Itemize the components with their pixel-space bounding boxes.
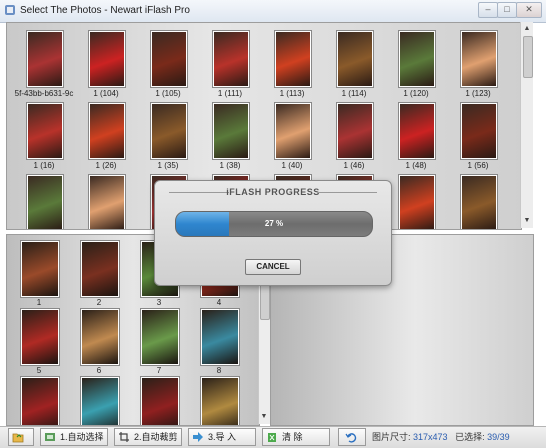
selected-photo-thumbnail[interactable] bbox=[21, 241, 59, 297]
selected-photo-label: 8 bbox=[216, 366, 222, 375]
photo-label: 1 (35) bbox=[157, 161, 179, 170]
auto-select-button[interactable]: 1.自动选择 bbox=[40, 428, 108, 446]
photo-thumbnail[interactable] bbox=[89, 175, 125, 229]
photo-thumbnail[interactable] bbox=[89, 103, 125, 159]
photo-thumbnail[interactable] bbox=[151, 31, 187, 87]
progress-text: 27 % bbox=[264, 219, 284, 228]
selected-photo-label: 1 bbox=[36, 298, 42, 307]
photo-thumbnail[interactable] bbox=[399, 175, 435, 229]
photo-label: 1 (48) bbox=[405, 161, 427, 170]
selected-photo-thumbnail[interactable] bbox=[21, 309, 59, 365]
undo-button[interactable] bbox=[338, 428, 366, 446]
photo-label: 1 (114) bbox=[341, 89, 367, 98]
scroll-thumb[interactable] bbox=[523, 36, 533, 78]
image-size-label: 图片尺寸: bbox=[372, 432, 411, 442]
divider bbox=[317, 192, 377, 193]
import-button[interactable]: 3.导 入 bbox=[188, 428, 256, 446]
photo-label: 1 (16) bbox=[33, 161, 55, 170]
photo-thumbnail[interactable] bbox=[399, 31, 435, 87]
clear-button[interactable]: 清 除 bbox=[262, 428, 330, 446]
auto-select-label: 1.自动选择 bbox=[60, 432, 104, 442]
photo-thumbnail[interactable] bbox=[275, 31, 311, 87]
selected-photo-label: 7 bbox=[156, 366, 162, 375]
selected-photo-thumbnail[interactable] bbox=[141, 377, 179, 425]
photo-thumbnail[interactable] bbox=[27, 103, 63, 159]
photo-label: 1 (113) bbox=[279, 89, 305, 98]
photo-label: 1 (111) bbox=[217, 89, 243, 98]
scroll-down-icon[interactable]: ▼ bbox=[259, 412, 269, 422]
clear-icon bbox=[266, 431, 278, 443]
selected-photo-label: 4 bbox=[216, 298, 222, 307]
import-label: 3.导 入 bbox=[208, 432, 237, 442]
auto-select-icon bbox=[44, 431, 56, 443]
selected-label: 已选择: bbox=[455, 432, 485, 442]
photo-label: 5f-43bb-b631-9c bbox=[14, 89, 74, 98]
progress-dialog: iFLASH PROGRESS 27 % CANCEL bbox=[154, 180, 392, 286]
selected-photo-thumbnail[interactable] bbox=[201, 377, 239, 425]
photo-label: 1 (26) bbox=[95, 161, 117, 170]
crop-icon bbox=[118, 431, 130, 443]
photo-thumbnail[interactable] bbox=[27, 31, 63, 87]
folder-open-icon bbox=[12, 431, 24, 443]
import-arrow-icon bbox=[192, 431, 204, 443]
photo-thumbnail[interactable] bbox=[461, 175, 497, 229]
scroll-up-icon[interactable]: ▲ bbox=[522, 24, 532, 34]
photo-label: 1 (105) bbox=[155, 89, 181, 98]
photo-thumbnail[interactable] bbox=[337, 103, 373, 159]
selected-photo-thumbnail[interactable] bbox=[21, 377, 59, 425]
open-folder-button[interactable] bbox=[8, 428, 34, 446]
status-area: 图片尺寸: 317x473 已选择: 39/39 bbox=[372, 430, 510, 443]
selected-photo-label: 6 bbox=[96, 366, 102, 375]
app-icon bbox=[4, 4, 16, 16]
selected-count: 39/39 bbox=[487, 432, 510, 442]
clear-label: 清 除 bbox=[282, 432, 303, 442]
photo-label: 1 (46) bbox=[343, 161, 365, 170]
photo-thumbnail[interactable] bbox=[213, 103, 249, 159]
title-bar: Select The Photos - Newart iFlash Pro – … bbox=[0, 0, 546, 23]
minimize-button[interactable]: – bbox=[478, 2, 498, 18]
selected-photo-thumbnail[interactable] bbox=[81, 241, 119, 297]
photo-label: 1 (123) bbox=[465, 89, 491, 98]
photo-label: 1 (38) bbox=[219, 161, 241, 170]
window-title: Select The Photos - Newart iFlash Pro bbox=[20, 5, 190, 16]
photo-thumbnail[interactable] bbox=[89, 31, 125, 87]
selected-photo-label: 5 bbox=[36, 366, 42, 375]
close-button[interactable]: ✕ bbox=[516, 2, 542, 18]
cancel-button[interactable]: CANCEL bbox=[245, 259, 301, 275]
selected-photo-thumbnail[interactable] bbox=[201, 309, 239, 365]
photo-thumbnail[interactable] bbox=[461, 103, 497, 159]
selected-photo-thumbnail[interactable] bbox=[141, 309, 179, 365]
auto-crop-label: 2.自动裁剪 bbox=[134, 432, 178, 442]
selected-photo-thumbnail[interactable] bbox=[81, 309, 119, 365]
progress-bar: 27 % bbox=[175, 211, 373, 237]
photo-label: 1 (56) bbox=[467, 161, 489, 170]
photo-thumbnail[interactable] bbox=[275, 103, 311, 159]
photo-thumbnail[interactable] bbox=[151, 103, 187, 159]
photo-label: 1 (104) bbox=[93, 89, 119, 98]
image-size-value: 317x473 bbox=[413, 432, 448, 442]
photo-thumbnail[interactable] bbox=[27, 175, 63, 229]
library-scrollbar[interactable]: ▲ ▼ bbox=[520, 22, 533, 228]
photo-thumbnail[interactable] bbox=[399, 103, 435, 159]
selected-photo-label: 2 bbox=[96, 298, 102, 307]
photo-label: 1 (40) bbox=[281, 161, 303, 170]
photo-label: 1 (120) bbox=[403, 89, 429, 98]
maximize-button[interactable]: □ bbox=[497, 2, 517, 18]
photo-thumbnail[interactable] bbox=[213, 31, 249, 87]
photo-thumbnail[interactable] bbox=[337, 31, 373, 87]
auto-crop-button[interactable]: 2.自动裁剪 bbox=[114, 428, 182, 446]
undo-icon bbox=[345, 431, 357, 443]
photo-thumbnail[interactable] bbox=[461, 31, 497, 87]
selected-photo-label: 3 bbox=[156, 298, 162, 307]
scroll-down-icon[interactable]: ▼ bbox=[522, 216, 532, 226]
selected-photo-thumbnail[interactable] bbox=[81, 377, 119, 425]
